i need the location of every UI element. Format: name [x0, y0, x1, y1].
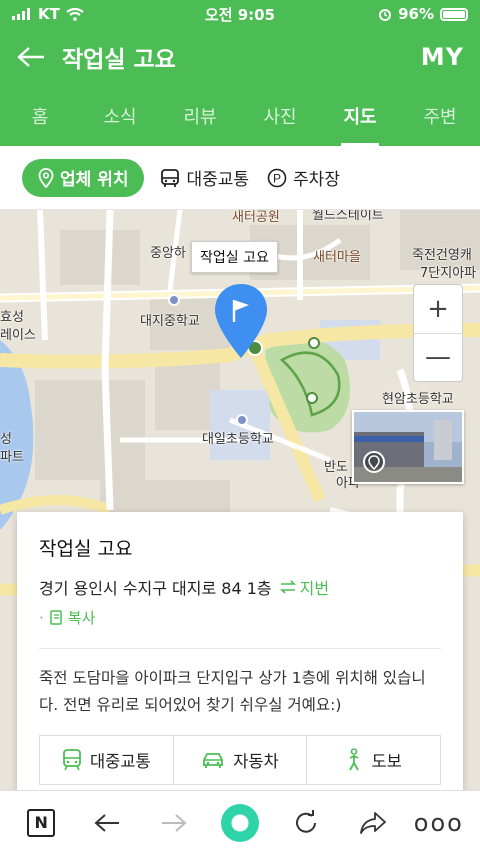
school-poi-icon — [168, 294, 180, 306]
school-poi-icon — [236, 414, 248, 426]
place-description: 죽전 도담마을 아이파크 단지입구 상가 1층에 위치해 있습니다. 전면 유리… — [39, 669, 426, 714]
battery-percent: 96% — [398, 5, 434, 23]
zoom-control: + — — [413, 284, 463, 382]
status-time: 오전 9:05 — [204, 5, 276, 24]
battery-icon — [440, 7, 468, 21]
copy-address-button[interactable]: · 복사 — [39, 607, 441, 628]
back-arrow-icon[interactable] — [16, 42, 46, 72]
share-button[interactable] — [349, 799, 397, 847]
map-label: 7단지아파 — [420, 266, 477, 281]
map-label: 레이스 — [0, 328, 36, 343]
map-label: 현암초등학교 — [382, 392, 454, 407]
place-pin-icon[interactable] — [213, 282, 269, 364]
my-button[interactable]: MY — [421, 43, 464, 71]
roadview-thumbnail[interactable] — [352, 410, 464, 484]
bullet-dot: · — [39, 608, 44, 627]
place-callout[interactable]: 작업실 고요 — [191, 241, 278, 273]
map-label: 새터마을 — [313, 250, 361, 265]
back-icon — [94, 813, 120, 832]
top-header: 작업실 고요 MY — [0, 28, 480, 86]
green-dot-icon — [220, 803, 259, 842]
browser-toolbar: N ooo — [0, 790, 480, 854]
car-directions-button[interactable]: 자동차 — [172, 736, 307, 784]
map-label: 대일초등학교 — [202, 432, 274, 447]
wifi-icon — [66, 7, 84, 21]
jibun-label: 지번 — [299, 579, 330, 598]
train-icon — [63, 749, 81, 771]
place-info-card: 작업실 고요 경기 용인시 수지구 대지로 84 1층 지번 · 복사 죽전 도… — [17, 512, 463, 794]
place-name: 작업실 고요 — [39, 538, 133, 560]
map-label: 죽전건영캐 — [412, 248, 472, 263]
place-address: 경기 용인시 수지구 대지로 84 1층 — [39, 579, 272, 598]
chip-transit[interactable]: 대중교통 — [158, 159, 251, 197]
map-label: 새터공원 — [232, 210, 280, 225]
chip-parking[interactable]: P 주차장 — [265, 159, 342, 197]
signal-icon — [12, 8, 30, 20]
car-icon — [203, 753, 224, 768]
parking-icon: P — [267, 168, 287, 187]
map-label: 대지중학교 — [140, 314, 200, 329]
tab-photo[interactable]: 사진 — [240, 86, 320, 146]
forward-icon — [161, 813, 187, 832]
car-label: 자동차 — [233, 752, 279, 771]
svg-text:P: P — [273, 171, 281, 185]
tab-review[interactable]: 리뷰 — [160, 86, 240, 146]
page-title: 작업실 고요 — [62, 47, 176, 73]
tab-home[interactable]: 홈 — [0, 86, 80, 146]
tab-nearby[interactable]: 주변 — [400, 86, 480, 146]
share-arrow-icon — [359, 811, 386, 834]
swap-arrows-icon — [279, 580, 296, 594]
directions-buttons: 대중교통 자동차 도보 — [39, 735, 441, 785]
chip-parking-label: 주차장 — [293, 170, 340, 190]
carrier-label: KT — [38, 5, 60, 23]
location-pin-icon — [38, 167, 54, 188]
map-label: 중앙하 — [150, 246, 186, 261]
chip-location[interactable]: 업체 위치 — [22, 158, 145, 197]
card-divider — [39, 648, 441, 649]
forward-button[interactable] — [150, 799, 198, 847]
alarm-icon — [379, 9, 392, 21]
copy-label: 복사 — [67, 609, 96, 627]
back-button[interactable] — [83, 799, 131, 847]
walk-directions-button[interactable]: 도보 — [306, 736, 440, 784]
walk-label: 도보 — [371, 752, 402, 771]
copy-icon — [50, 609, 62, 625]
bus-icon — [161, 168, 180, 187]
walk-icon — [349, 748, 360, 771]
more-button[interactable]: ooo — [413, 799, 464, 847]
map-label: 효성 — [0, 310, 24, 325]
tab-map[interactable]: 지도 — [320, 86, 400, 146]
map-label: 성 — [0, 432, 12, 447]
jibun-toggle[interactable]: 지번 — [279, 575, 330, 599]
chip-transit-label: 대중교통 — [186, 170, 250, 190]
map-label: 월드스테이트 — [312, 210, 384, 223]
refresh-icon — [296, 809, 317, 833]
map-filter-chips: 업체 위치 대중교통 P 주차장 — [0, 146, 480, 210]
zoom-in-button[interactable]: + — [414, 285, 462, 334]
tab-news[interactable]: 소식 — [80, 86, 160, 146]
naver-home-button[interactable]: N — [17, 799, 65, 847]
chip-location-label: 업체 위치 — [60, 170, 129, 190]
naver-n-icon: N — [27, 808, 56, 837]
more-dots-icon: ooo — [413, 808, 464, 837]
refresh-button[interactable] — [282, 799, 330, 847]
map-label: 파트 — [0, 450, 24, 465]
green-dot-button[interactable] — [216, 799, 264, 847]
status-bar: KT 오전 9:05 96% — [0, 0, 480, 28]
section-tabs: 홈 소식 리뷰 사진 지도 주변 — [0, 86, 480, 146]
zoom-out-button[interactable]: — — [414, 334, 462, 382]
transit-label: 대중교통 — [89, 752, 151, 771]
transit-directions-button[interactable]: 대중교통 — [40, 736, 173, 784]
